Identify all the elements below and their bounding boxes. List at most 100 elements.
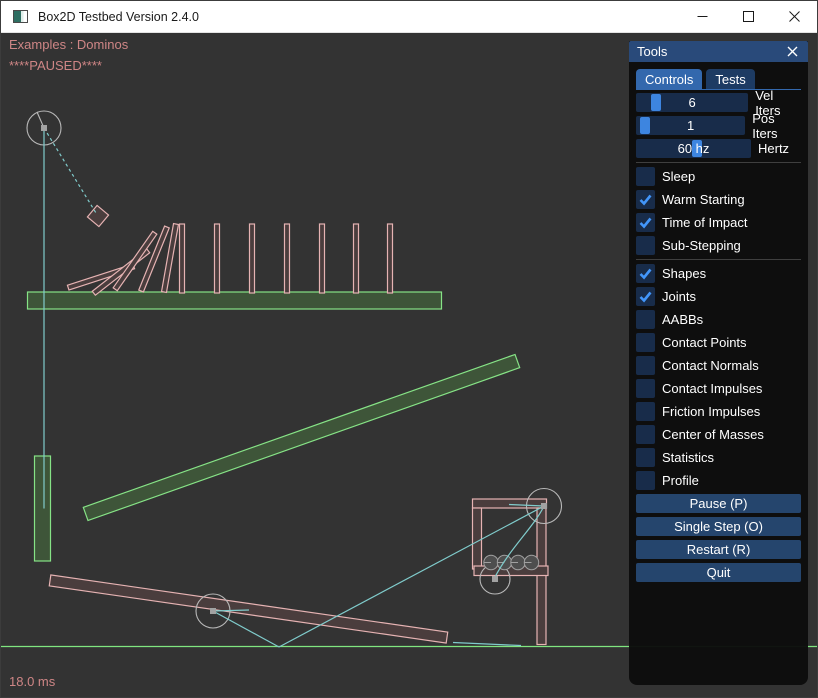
example-label: Examples : Dominos: [9, 37, 128, 52]
app-icon: [13, 10, 28, 23]
hertz-slider[interactable]: 60 hz: [636, 139, 751, 158]
checkbox-contact-normals[interactable]: Contact Normals: [636, 356, 801, 375]
checkbox-warm-starting[interactable]: Warm Starting: [636, 190, 801, 209]
checkbox-label: Sleep: [662, 169, 695, 184]
checkbox-label: Joints: [662, 289, 696, 304]
tab-tests[interactable]: Tests: [706, 69, 754, 89]
slider-value: 6: [636, 93, 748, 112]
pendulum-joint-line: [44, 128, 96, 213]
separator: [636, 162, 801, 163]
checkbox-center-of-masses[interactable]: Center of Masses: [636, 425, 801, 444]
checkbox-time-of-impact[interactable]: Time of Impact: [636, 213, 801, 232]
hanging-plate: [35, 456, 51, 561]
check-icon: [638, 289, 653, 304]
app-window: Box2D Testbed Version 2.4.0: [0, 0, 818, 698]
joint-line: [279, 506, 544, 647]
frame-left-post: [473, 508, 482, 569]
checkbox-box: [636, 287, 655, 306]
slider-label: Pos Iters: [752, 111, 801, 141]
checkbox-label: Center of Masses: [662, 427, 764, 442]
checkbox-contact-points[interactable]: Contact Points: [636, 333, 801, 352]
vel-iters-row: 6 Vel Iters: [636, 93, 801, 112]
checkbox-sleep[interactable]: Sleep: [636, 167, 801, 186]
client-area: Examples : Dominos ****PAUSED**** 18.0 m…: [1, 33, 818, 698]
checkbox-box: [636, 471, 655, 490]
checkbox-label: Contact Points: [662, 335, 747, 350]
slider-value: 1: [636, 116, 745, 135]
tools-panel-titlebar[interactable]: Tools: [629, 41, 808, 62]
paused-label: ****PAUSED****: [9, 58, 102, 73]
checkbox-label: Shapes: [662, 266, 706, 281]
domino: [180, 224, 185, 293]
ramp-plank: [83, 354, 519, 520]
checkbox-box: [636, 310, 655, 329]
checkbox-box: [636, 213, 655, 232]
tools-panel: Tools Controls Tests 6 Vel Iters: [629, 41, 808, 685]
tools-panel-title: Tools: [637, 44, 667, 59]
check-icon: [638, 215, 653, 230]
checkbox-shapes[interactable]: Shapes: [636, 264, 801, 283]
checkbox-box: [636, 425, 655, 444]
panel-close-button[interactable]: [784, 44, 800, 60]
checkbox-box: [636, 333, 655, 352]
checkbox-label: Statistics: [662, 450, 714, 465]
checkbox-aabbs[interactable]: AABBs: [636, 310, 801, 329]
checkbox-sub-stepping[interactable]: Sub-Stepping: [636, 236, 801, 255]
dynamic-bodies-group: [49, 205, 548, 644]
frame-right-post: [537, 508, 546, 645]
domino-shelf: [28, 292, 442, 309]
joint-anchor: [492, 576, 498, 582]
checkbox-box: [636, 190, 655, 209]
static-bodies-group: [28, 292, 520, 561]
seesaw-plank: [49, 575, 447, 643]
joints-group: [44, 128, 544, 647]
maximize-icon: [743, 11, 754, 22]
checkbox-label: Time of Impact: [662, 215, 747, 230]
checkbox-box: [636, 264, 655, 283]
pos-iters-row: 1 Pos Iters: [636, 116, 801, 135]
close-button[interactable]: [771, 1, 817, 32]
checkbox-label: Profile: [662, 473, 699, 488]
single-step-button[interactable]: Single Step (O): [636, 517, 801, 536]
frame-top-bar: [473, 499, 547, 508]
domino: [250, 224, 255, 293]
checkbox-box: [636, 402, 655, 421]
checkbox-profile[interactable]: Profile: [636, 471, 801, 490]
joint-anchor: [210, 608, 216, 614]
domino: [285, 224, 290, 293]
vel-iters-slider[interactable]: 6: [636, 93, 748, 112]
close-icon: [789, 11, 800, 22]
restart-button[interactable]: Restart (R): [636, 540, 801, 559]
joint-anchor: [41, 125, 47, 131]
checkbox-label: Sub-Stepping: [662, 238, 741, 253]
checkbox-box: [636, 236, 655, 255]
checkbox-joints[interactable]: Joints: [636, 287, 801, 306]
checkbox-box: [636, 448, 655, 467]
joint-anchor: [541, 503, 547, 509]
slider-value: 60 hz: [636, 139, 751, 158]
panel-close-icon: [787, 46, 798, 57]
window-titlebar: Box2D Testbed Version 2.4.0: [1, 1, 817, 33]
checkbox-statistics[interactable]: Statistics: [636, 448, 801, 467]
checkbox-label: Friction Impulses: [662, 404, 760, 419]
checkbox-label: Contact Impulses: [662, 381, 762, 396]
frame-time-label: 18.0 ms: [9, 674, 55, 689]
window-title: Box2D Testbed Version 2.4.0: [38, 10, 199, 24]
domino: [320, 224, 325, 293]
checkbox-label: Warm Starting: [662, 192, 745, 207]
domino: [215, 224, 220, 293]
checkbox-box: [636, 379, 655, 398]
check-icon: [638, 192, 653, 207]
maximize-button[interactable]: [725, 1, 771, 32]
pos-iters-slider[interactable]: 1: [636, 116, 745, 135]
quit-button[interactable]: Quit: [636, 563, 801, 582]
hertz-row: 60 hz Hertz: [636, 139, 801, 158]
checkbox-label: AABBs: [662, 312, 703, 327]
checkbox-contact-impulses[interactable]: Contact Impulses: [636, 379, 801, 398]
minimize-icon: [697, 11, 708, 22]
domino: [354, 224, 359, 293]
tab-controls[interactable]: Controls: [636, 69, 702, 89]
minimize-button[interactable]: [679, 1, 725, 32]
pause-button[interactable]: Pause (P): [636, 494, 801, 513]
checkbox-friction-impulses[interactable]: Friction Impulses: [636, 402, 801, 421]
